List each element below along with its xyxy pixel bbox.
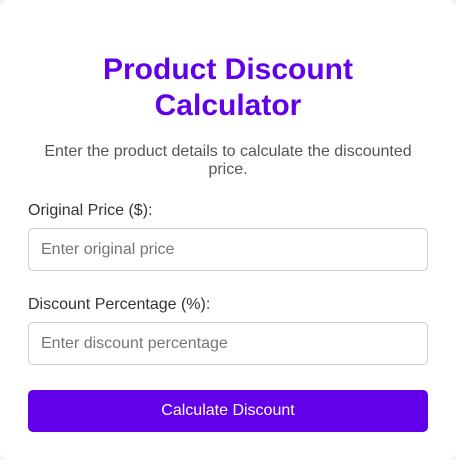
calculator-card: Product Discount Calculator Enter the pr…	[0, 0, 456, 460]
page-title-line-2: Calculator	[154, 89, 302, 122]
original-price-label: Original Price ($):	[28, 202, 153, 219]
discount-percentage-input[interactable]	[28, 322, 428, 365]
original-price-input[interactable]	[28, 228, 428, 271]
discount-percentage-label: Discount Percentage (%):	[28, 296, 211, 313]
calculate-discount-button[interactable]: Calculate Discount	[28, 390, 428, 432]
page-subtitle: Enter the product details to calculate t…	[44, 143, 412, 178]
page-title-line-1: Product Discount	[102, 53, 353, 86]
page-title: Product Discount Calculator	[0, 52, 456, 124]
